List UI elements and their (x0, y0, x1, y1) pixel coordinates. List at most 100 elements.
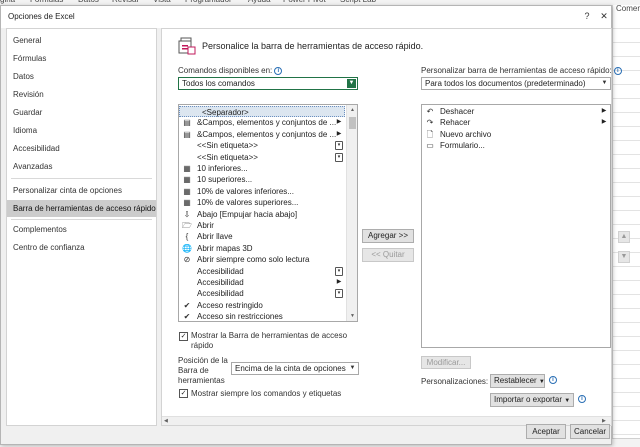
command-label: 10% de valores inferiores... (197, 186, 294, 196)
command-item[interactable]: ✔ Acceso sin restricciones (179, 311, 345, 322)
sheet-cell (613, 113, 640, 127)
commands-list[interactable]: ▲ ▼ <Separador> ▤ &Campos, elementos y con… (178, 104, 358, 322)
reset-button[interactable]: Restablecer ▼ (490, 374, 545, 388)
command-item[interactable]: ▤ &Campos, elementos y conjuntos de ... ▶ (179, 117, 345, 128)
command-label: Abrir llave (197, 232, 233, 242)
sheet-cell (613, 141, 640, 155)
command-item[interactable]: <Separador> (179, 106, 345, 118)
info-icon[interactable]: i (274, 66, 283, 75)
scroll-up-icon[interactable]: ▲ (347, 105, 357, 115)
ok-button[interactable]: Aceptar (526, 424, 566, 439)
nav-item-barra-de-herramientas-de-acceso-rápido[interactable]: Barra de herramientas de acceso rápido (7, 200, 156, 217)
nav-item-centro-de-confianza[interactable]: Centro de confianza (7, 239, 156, 256)
command-item[interactable]: ▤ &Campos, elementos y conjuntos de ... ▶ (179, 129, 345, 140)
scroll-left-icon[interactable]: ◀ (164, 418, 168, 424)
command-item[interactable]: Accesibilidad ▶ (179, 277, 345, 288)
move-down-button[interactable]: ▼ (618, 251, 630, 263)
ribbon-tab[interactable]: gina (0, 0, 15, 4)
nav-item-datos[interactable]: Datos (7, 68, 156, 85)
show-toolbar-checkbox[interactable]: ✓ (179, 332, 188, 341)
command-item[interactable]: ▦ 10 superiores... (179, 174, 345, 185)
scroll-thumb[interactable] (349, 117, 356, 129)
toolbar-item[interactable]: ▭ Formulario... (422, 140, 610, 151)
command-item[interactable]: 🗁 Abrir (179, 220, 345, 231)
add-button[interactable]: Agregar >> (362, 229, 414, 243)
sheet-cell (613, 183, 640, 197)
command-item[interactable]: ⇩ Abajo [Empujar hacia abajo] (179, 209, 345, 220)
nav-item-revisión[interactable]: Revisión (7, 86, 156, 103)
always-show-checkbox[interactable]: ✓ (179, 389, 188, 398)
field-icon: ▤ (183, 118, 191, 128)
command-item[interactable]: 🌐 Abrir mapas 3D (179, 243, 345, 254)
command-label: <<Sin etiqueta>> (197, 152, 258, 162)
commands-scrollbar[interactable]: ▲ ▼ (346, 105, 357, 321)
nav-item-idioma[interactable]: Idioma (7, 122, 156, 139)
check-icon: ✔ (183, 300, 191, 310)
nav-item-accesibilidad[interactable]: Accesibilidad (7, 140, 156, 157)
chevron-down-icon[interactable]: ▼ (600, 79, 609, 88)
sheet-cell (613, 323, 640, 337)
command-item[interactable]: {Abrir llave (179, 231, 345, 242)
command-item[interactable]: <<Sin etiqueta>> ▾ (179, 152, 345, 163)
field-icon: ▤ (183, 129, 191, 139)
import-export-button[interactable]: Importar o exportar ▼ (490, 393, 574, 407)
nav-item-guardar[interactable]: Guardar (7, 104, 156, 121)
command-label: &Campos, elementos y conjuntos de ... (197, 129, 337, 139)
ribbon-tab[interactable]: Programador (185, 0, 232, 4)
commands-source-select[interactable]: Todos los comandos ▼ (178, 77, 358, 90)
remove-button[interactable]: << Quitar (362, 248, 414, 262)
position-select[interactable]: Encima de la cinta de opciones ▼ (231, 362, 359, 375)
toolbar-item[interactable]: ↷ Rehacer ▶ (422, 117, 610, 128)
scope-select[interactable]: Para todos los documentos (predeterminad… (421, 77, 611, 90)
show-toolbar-label: Mostrar la Barra de herramientas de acce… (191, 331, 348, 350)
sheet-cell (613, 15, 640, 29)
ribbon-tab[interactable]: Power Pivot (283, 0, 326, 4)
toolbar-items-list[interactable]: ↶ Deshacer ▶ ↷ Rehacer ▶ 🗋 Nuevo archivo ▭ Formul… (421, 104, 611, 348)
nav-item-avanzadas[interactable]: Avanzadas (7, 158, 156, 175)
sheet-cell (613, 421, 640, 435)
command-label: 10% de valores superiores... (197, 198, 299, 208)
command-item[interactable]: Accesibilidad ▾ (179, 266, 345, 277)
command-item[interactable]: ⊘ Abrir siempre como solo lectura (179, 254, 345, 265)
nav-item-general[interactable]: General (7, 32, 156, 49)
customize-toolbar-label: Personalizar barra de herramientas de ac… (421, 66, 622, 75)
info-icon[interactable]: i (549, 376, 557, 384)
ribbon-tab[interactable]: Vista (153, 0, 171, 4)
command-item[interactable]: Accesibilidad ▾ (179, 288, 345, 299)
command-item[interactable]: ▦ 10% de valores inferiores... (179, 186, 345, 197)
ribbon-tab[interactable]: Script Lab (340, 0, 376, 4)
ribbon-tab[interactable]: Ayuda (248, 0, 271, 4)
help-button[interactable]: ? (579, 9, 595, 23)
submenu-arrow-icon: ▶ (601, 108, 607, 114)
info-icon[interactable]: i (613, 66, 622, 75)
nav-item-personalizar-cinta-de-opciones[interactable]: Personalizar cinta de opciones (7, 182, 156, 199)
ribbon-tab[interactable]: Fórmulas (30, 0, 63, 4)
move-up-button[interactable]: ▲ (618, 231, 630, 243)
chevron-down-icon[interactable]: ▼ (347, 79, 356, 88)
move-up-icon: ▲ (620, 233, 628, 240)
nav-item-complementos[interactable]: Complementos (7, 221, 156, 238)
chevron-down-icon: ▼ (538, 379, 545, 385)
nav-item-fórmulas[interactable]: Fórmulas (7, 50, 156, 67)
ribbon-tab[interactable]: Revisar (112, 0, 139, 4)
dialog-title: Opciones de Excel (8, 12, 75, 21)
sheet-cell (613, 85, 640, 99)
close-button[interactable]: ✕ (596, 9, 612, 23)
ribbon-tab[interactable]: Datos (78, 0, 99, 4)
toolbar-item[interactable]: ↶ Deshacer ▶ (422, 106, 610, 117)
sheet-cell (613, 309, 640, 323)
command-item[interactable]: <<Sin etiqueta>> ▾ (179, 140, 345, 151)
command-label: <<Sin etiqueta>> (197, 141, 258, 151)
command-item[interactable]: ▦ 10% de valores superiores... (179, 197, 345, 208)
toolbar-item[interactable]: 🗋 Nuevo archivo (422, 129, 610, 140)
scroll-down-icon[interactable]: ▼ (347, 311, 357, 321)
chevron-down-icon[interactable]: ▼ (348, 364, 357, 373)
check-icon: ✔ (183, 312, 191, 322)
command-item[interactable]: ▦ 10 inferiores... (179, 163, 345, 174)
command-label: Abrir mapas 3D (197, 243, 253, 253)
cancel-button[interactable]: Cancelar (570, 424, 610, 439)
modify-button[interactable]: Modificar... (421, 356, 471, 369)
info-icon[interactable]: i (578, 395, 586, 403)
sheet-cell (613, 197, 640, 211)
command-item[interactable]: ✔ Acceso restringido (179, 300, 345, 311)
